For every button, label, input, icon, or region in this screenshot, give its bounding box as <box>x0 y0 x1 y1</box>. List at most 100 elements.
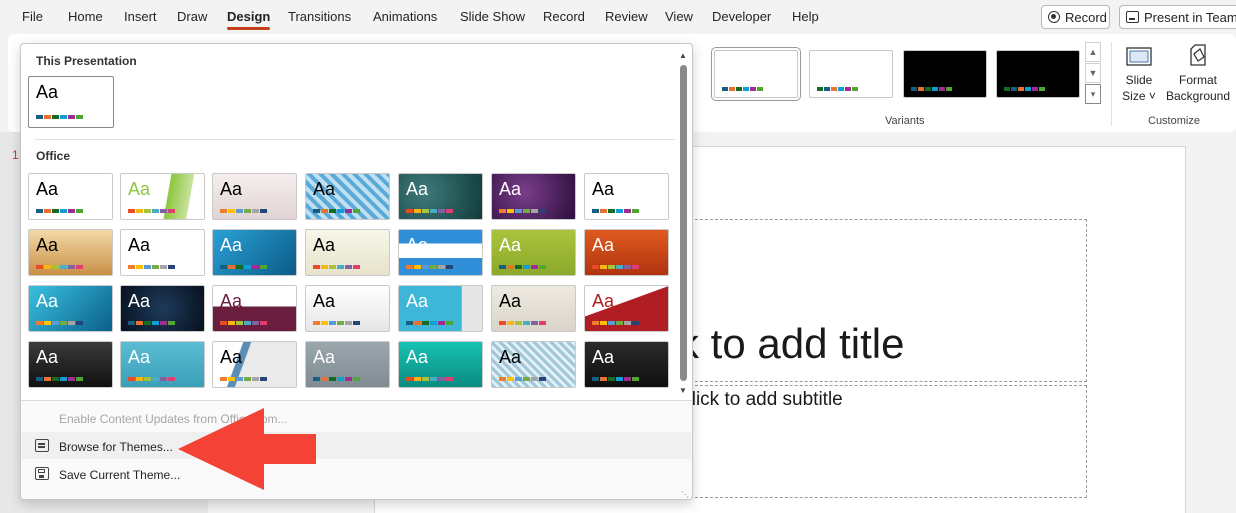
office-theme-thumbnail[interactable]: Aa <box>28 341 113 388</box>
format-background-button[interactable]: Format Background <box>1162 42 1234 104</box>
theme-swatches <box>406 209 453 213</box>
office-theme-thumbnail[interactable]: Aa <box>212 173 297 220</box>
scroll-up-icon[interactable]: ▲ <box>679 51 687 60</box>
tab-review[interactable]: Review <box>605 9 648 24</box>
office-theme-thumbnail[interactable]: Aa <box>398 173 483 220</box>
theme-glyph: Aa <box>128 235 151 255</box>
theme-glyph: Aa <box>220 291 243 311</box>
themes-gallery-dropdown[interactable]: This Presentation Aa Office Aa Aa Aa Aa Aa Aa… <box>20 43 693 500</box>
variant-4[interactable] <box>996 50 1080 98</box>
theme-swatches <box>220 377 267 381</box>
theme-swatches <box>313 377 360 381</box>
record-button[interactable]: Record <box>1041 5 1110 29</box>
theme-swatches <box>313 265 360 269</box>
theme-swatches <box>592 209 639 213</box>
office-theme-thumbnail[interactable]: Aa <box>120 173 205 220</box>
variants-group-label: Variants <box>885 115 925 127</box>
theme-swatches <box>128 321 175 325</box>
office-theme-thumbnail[interactable]: Aa <box>305 285 390 332</box>
office-theme-thumbnail[interactable]: Aa <box>491 173 576 220</box>
office-theme-thumbnail[interactable]: Aa <box>491 285 576 332</box>
tab-slide-show[interactable]: Slide Show <box>460 9 525 24</box>
office-theme-thumbnail[interactable]: Aa <box>584 285 669 332</box>
tab-home[interactable]: Home <box>68 9 103 24</box>
theme-glyph: Aa <box>220 179 243 199</box>
slide-number: 1 <box>12 148 19 162</box>
present-icon <box>1126 11 1139 23</box>
office-theme-thumbnail[interactable]: Aa <box>28 173 113 220</box>
tab-record[interactable]: Record <box>543 9 585 24</box>
theme-swatches <box>36 209 83 213</box>
office-theme-thumbnail[interactable]: Aa <box>120 285 205 332</box>
theme-glyph: Aa <box>36 179 59 199</box>
title-placeholder[interactable]: k to add title <box>678 219 1087 382</box>
office-theme-thumbnail[interactable]: Aa <box>120 341 205 388</box>
save-theme-icon <box>35 467 49 480</box>
theme-glyph: Aa <box>313 179 336 199</box>
browse-for-themes-item[interactable]: Browse for Themes... <box>59 440 173 454</box>
theme-glyph: Aa <box>313 347 336 367</box>
theme-swatches <box>499 377 546 381</box>
office-theme-thumbnail[interactable]: Aa <box>305 229 390 276</box>
theme-glyph: Aa <box>36 235 59 255</box>
theme-glyph: Aa <box>128 347 151 367</box>
office-theme-thumbnail[interactable]: Aa <box>212 341 297 388</box>
office-theme-thumbnail[interactable]: Aa <box>584 173 669 220</box>
variant-swatches <box>722 87 763 91</box>
scrollbar-thumb[interactable] <box>680 65 687 381</box>
scroll-down-icon[interactable]: ▼ <box>679 386 687 395</box>
office-theme-thumbnail[interactable]: Aa <box>28 229 113 276</box>
slide-size-icon <box>1126 47 1152 66</box>
tab-design[interactable]: Design <box>227 9 271 30</box>
theme-swatches <box>36 321 83 325</box>
tab-help[interactable]: Help <box>792 9 819 24</box>
office-theme-thumbnail[interactable]: Aa <box>28 285 113 332</box>
office-theme-thumbnail[interactable]: Aa <box>491 229 576 276</box>
tab-animations[interactable]: Animations <box>373 9 437 24</box>
office-theme-thumbnail[interactable]: Aa <box>584 341 669 388</box>
theme-swatches <box>220 265 267 269</box>
tab-view[interactable]: View <box>665 9 693 24</box>
variant-3[interactable] <box>903 50 987 98</box>
office-theme-thumbnail[interactable]: Aa <box>305 173 390 220</box>
office-theme-thumbnail[interactable]: Aa <box>584 229 669 276</box>
tab-draw[interactable]: Draw <box>177 9 207 24</box>
theme-swatches <box>499 321 546 325</box>
theme-swatches <box>406 321 453 325</box>
slide-size-button[interactable]: Slide Size ˅ <box>1122 42 1156 104</box>
office-theme-thumbnail[interactable]: Aa <box>212 229 297 276</box>
tab-file[interactable]: File <box>22 9 43 24</box>
tab-transitions[interactable]: Transitions <box>288 9 351 24</box>
slide-size-label-2: Size ˅ <box>1122 89 1156 103</box>
office-theme-thumbnail[interactable]: Aa <box>491 341 576 388</box>
office-theme-thumbnail[interactable]: Aa <box>212 285 297 332</box>
chevron-down-icon[interactable]: ▼ <box>1085 63 1101 83</box>
variant-2[interactable] <box>809 50 893 98</box>
theme-glyph: Aa <box>592 291 615 311</box>
subtitle-placeholder[interactable]: Click to add subtitle <box>678 385 1087 498</box>
current-theme-thumbnail[interactable]: Aa <box>28 76 114 128</box>
office-theme-thumbnail[interactable]: Aa <box>120 229 205 276</box>
tab-developer[interactable]: Developer <box>712 9 771 24</box>
office-theme-thumbnail[interactable]: Aa <box>398 341 483 388</box>
theme-glyph: Aa <box>313 291 336 311</box>
present-in-teams-button[interactable]: Present in Teams <box>1119 5 1236 29</box>
chevron-up-icon[interactable]: ▲ <box>1085 42 1101 62</box>
tab-insert[interactable]: Insert <box>124 9 157 24</box>
more-variants-icon[interactable]: ▾ <box>1085 84 1101 104</box>
theme-glyph: Aa <box>220 347 243 367</box>
theme-swatches <box>592 265 639 269</box>
office-theme-thumbnail[interactable]: Aa <box>305 341 390 388</box>
ribbon-tab-bar: File Home Insert Draw Design Transitions… <box>0 0 1236 34</box>
resize-grip-icon[interactable]: ⋱ <box>681 490 689 499</box>
format-background-label-1: Format <box>1178 73 1217 87</box>
office-theme-thumbnail[interactable]: Aa <box>398 285 483 332</box>
variant-1[interactable] <box>711 47 801 101</box>
record-label: Record <box>1065 9 1107 25</box>
save-current-theme-item[interactable]: Save Current Theme... <box>59 468 180 482</box>
theme-swatches <box>499 209 546 213</box>
office-theme-thumbnail[interactable]: Aa <box>398 229 483 276</box>
gallery-scrollbar[interactable]: ▲ ▼ <box>678 47 690 399</box>
theme-swatches <box>313 209 360 213</box>
gallery-menu: Enable Content Updates from Office.com..… <box>21 400 692 499</box>
